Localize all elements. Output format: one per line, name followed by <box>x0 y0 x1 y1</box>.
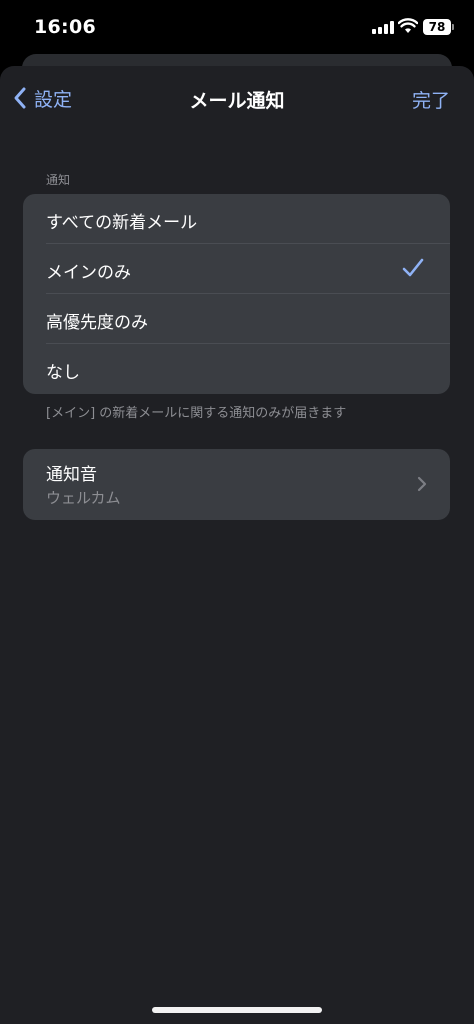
page-title: メール通知 <box>189 90 285 112</box>
option-label: なし <box>46 363 80 383</box>
notification-footer-note: [メイン] の新着メールに関する通知のみが届きます <box>46 406 347 421</box>
option-primary-only[interactable]: メインのみ <box>23 244 450 294</box>
notification-sound-row[interactable]: 通知音 ウェルカム <box>23 449 450 520</box>
home-indicator[interactable] <box>152 1007 322 1013</box>
mail-notification-sheet: 設定 メール通知 完了 通知 すべての新着メール メインのみ 高優先度のみ なし… <box>0 66 474 1024</box>
cellular-signal-icon <box>372 21 394 34</box>
option-label: 高優先度のみ <box>46 313 148 333</box>
section-header-notifications: 通知 <box>46 173 71 187</box>
checkmark-icon <box>402 258 424 277</box>
wifi-icon <box>398 18 418 33</box>
status-time: 16:06 <box>34 16 96 38</box>
status-bar: 16:06 78 <box>0 0 474 54</box>
sound-value: ウェルカム <box>46 489 121 507</box>
chevron-right-icon <box>417 476 427 492</box>
navigation-bar: 設定 メール通知 完了 <box>0 66 474 130</box>
battery-icon: 78 <box>423 19 451 35</box>
option-label: すべての新着メール <box>46 213 198 233</box>
option-high-priority-only[interactable]: 高優先度のみ <box>23 294 450 344</box>
option-all-new-mail[interactable]: すべての新着メール <box>23 194 450 244</box>
done-button[interactable]: 完了 <box>412 86 450 113</box>
option-none[interactable]: なし <box>23 344 450 394</box>
screen: 16:06 78 設定 メール通知 完了 通知 すべての新着メール メインのみ … <box>0 0 474 1024</box>
battery-tip <box>452 24 454 30</box>
notification-options-group: すべての新着メール メインのみ 高優先度のみ なし <box>23 194 450 394</box>
sound-title: 通知音 <box>46 465 97 485</box>
option-label: メインのみ <box>46 263 131 283</box>
